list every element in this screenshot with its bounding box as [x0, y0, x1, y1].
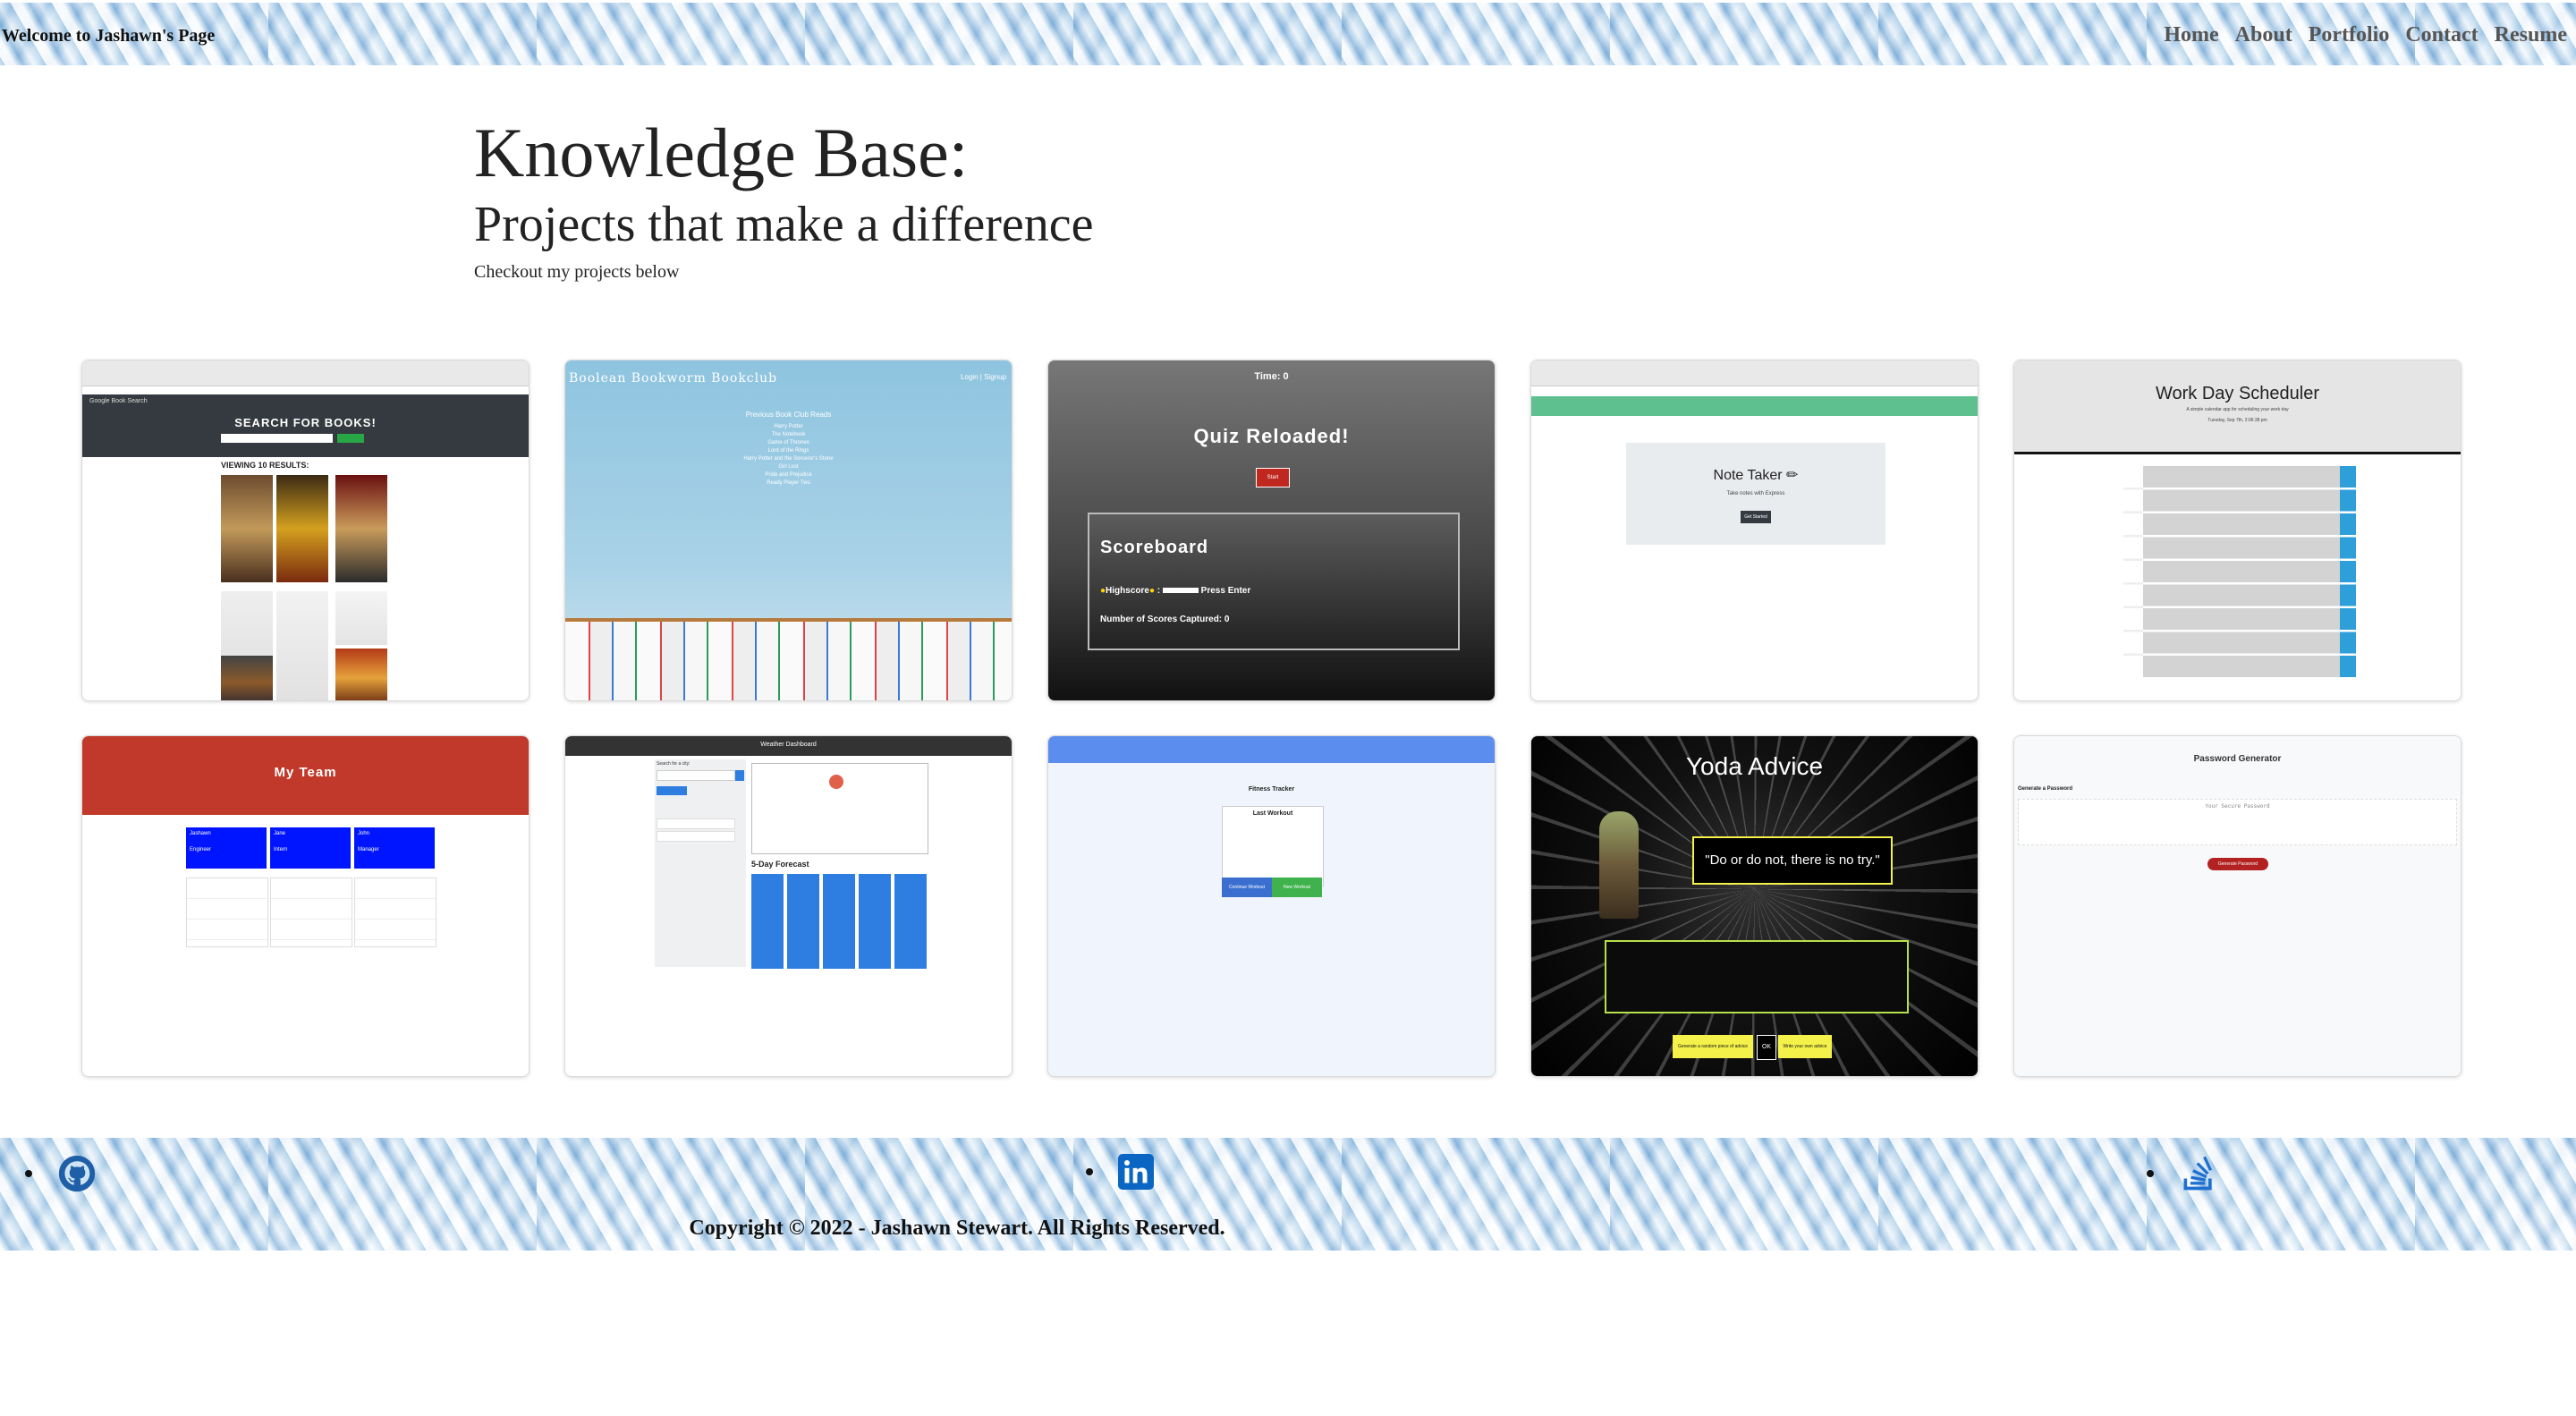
- project-card-my-team[interactable]: My Team Jashawn Engineer Jane Intern John M…: [81, 735, 530, 1077]
- list-bullet: [2147, 1170, 2154, 1177]
- nav-about[interactable]: About: [2235, 23, 2292, 47]
- site-header: Welcome to Jashawn's Page Home About Por…: [0, 3, 2576, 65]
- social-linkedin: [1086, 1154, 1154, 1190]
- nav-home[interactable]: Home: [2164, 23, 2218, 47]
- project-card-scheduler[interactable]: Work Day Scheduler A simple calendar app…: [2013, 360, 2462, 701]
- main-nav: Home About Portfolio Contact Resume: [2164, 23, 2576, 47]
- social-github: [25, 1154, 97, 1193]
- project-thumbnail: Time: 0 Quiz Reloaded! Start Scoreboard …: [1048, 360, 1495, 700]
- project-card-fitness[interactable]: Fitness Tracker Last Workout Continue Wo…: [1047, 735, 1496, 1077]
- project-thumbnail: Password Generator Generate a Password Y…: [2014, 736, 2461, 1076]
- page-title: Knowledge Base:: [474, 114, 969, 191]
- project-card-quiz[interactable]: Time: 0 Quiz Reloaded! Start Scoreboard …: [1047, 360, 1496, 701]
- project-card-note-taker[interactable]: Note Taker ✏ Take notes with Express Get…: [1530, 360, 1979, 701]
- nav-portfolio[interactable]: Portfolio: [2309, 23, 2390, 47]
- hero-section: Knowledge Base: Projects that make a dif…: [474, 112, 1093, 283]
- stackoverflow-link[interactable]: [2179, 1154, 2218, 1193]
- page-subtitle: Projects that make a difference: [474, 197, 1094, 252]
- linkedin-link[interactable]: [1118, 1154, 1154, 1190]
- project-card-password[interactable]: Password Generator Generate a Password Y…: [2013, 735, 2462, 1077]
- project-card-google-books[interactable]: Google Book Search Search for Books! Vie…: [81, 360, 530, 701]
- nav-contact[interactable]: Contact: [2405, 23, 2478, 47]
- project-thumbnail: Weather Dashboard Search for a city: 5-D…: [565, 736, 1012, 1076]
- project-thumbnail: Boolean Bookworm Bookclub Login | Signup…: [565, 360, 1012, 700]
- project-thumbnail: My Team Jashawn Engineer Jane Intern John M…: [82, 736, 529, 1076]
- copyright-text: Copyright © 2022 - Jashawn Stewart. All …: [689, 1217, 1225, 1240]
- project-card-weather[interactable]: Weather Dashboard Search for a city: 5-D…: [564, 735, 1013, 1077]
- project-thumbnail: Note Taker ✏ Take notes with Express Get…: [1531, 360, 1978, 700]
- projects-grid: Google Book Search Search for Books! Vie…: [81, 360, 2463, 1077]
- github-icon: [58, 1155, 96, 1192]
- nav-resume[interactable]: Resume: [2495, 23, 2567, 47]
- project-thumbnail: Yoda Advice "Do or do not, there is no t…: [1531, 736, 1978, 1076]
- social-stackoverflow: [2147, 1154, 2218, 1193]
- linkedin-icon: [1118, 1154, 1154, 1190]
- github-link[interactable]: [57, 1154, 97, 1193]
- list-bullet: [25, 1170, 32, 1177]
- project-card-bookclub[interactable]: Boolean Bookworm Bookclub Login | Signup…: [564, 360, 1013, 701]
- stackoverflow-icon: [2183, 1156, 2213, 1191]
- project-thumbnail: Fitness Tracker Last Workout Continue Wo…: [1048, 736, 1495, 1076]
- project-thumbnail: Work Day Scheduler A simple calendar app…: [2014, 360, 2461, 700]
- project-card-yoda[interactable]: Yoda Advice "Do or do not, there is no t…: [1530, 735, 1979, 1077]
- page-tagline: Checkout my projects below: [474, 262, 680, 282]
- project-thumbnail: Google Book Search Search for Books! Vie…: [82, 360, 529, 700]
- site-title: Welcome to Jashawn's Page: [2, 25, 216, 46]
- list-bullet: [1086, 1168, 1093, 1175]
- site-footer: Copyright © 2022 - Jashawn Stewart. All …: [0, 1138, 2576, 1251]
